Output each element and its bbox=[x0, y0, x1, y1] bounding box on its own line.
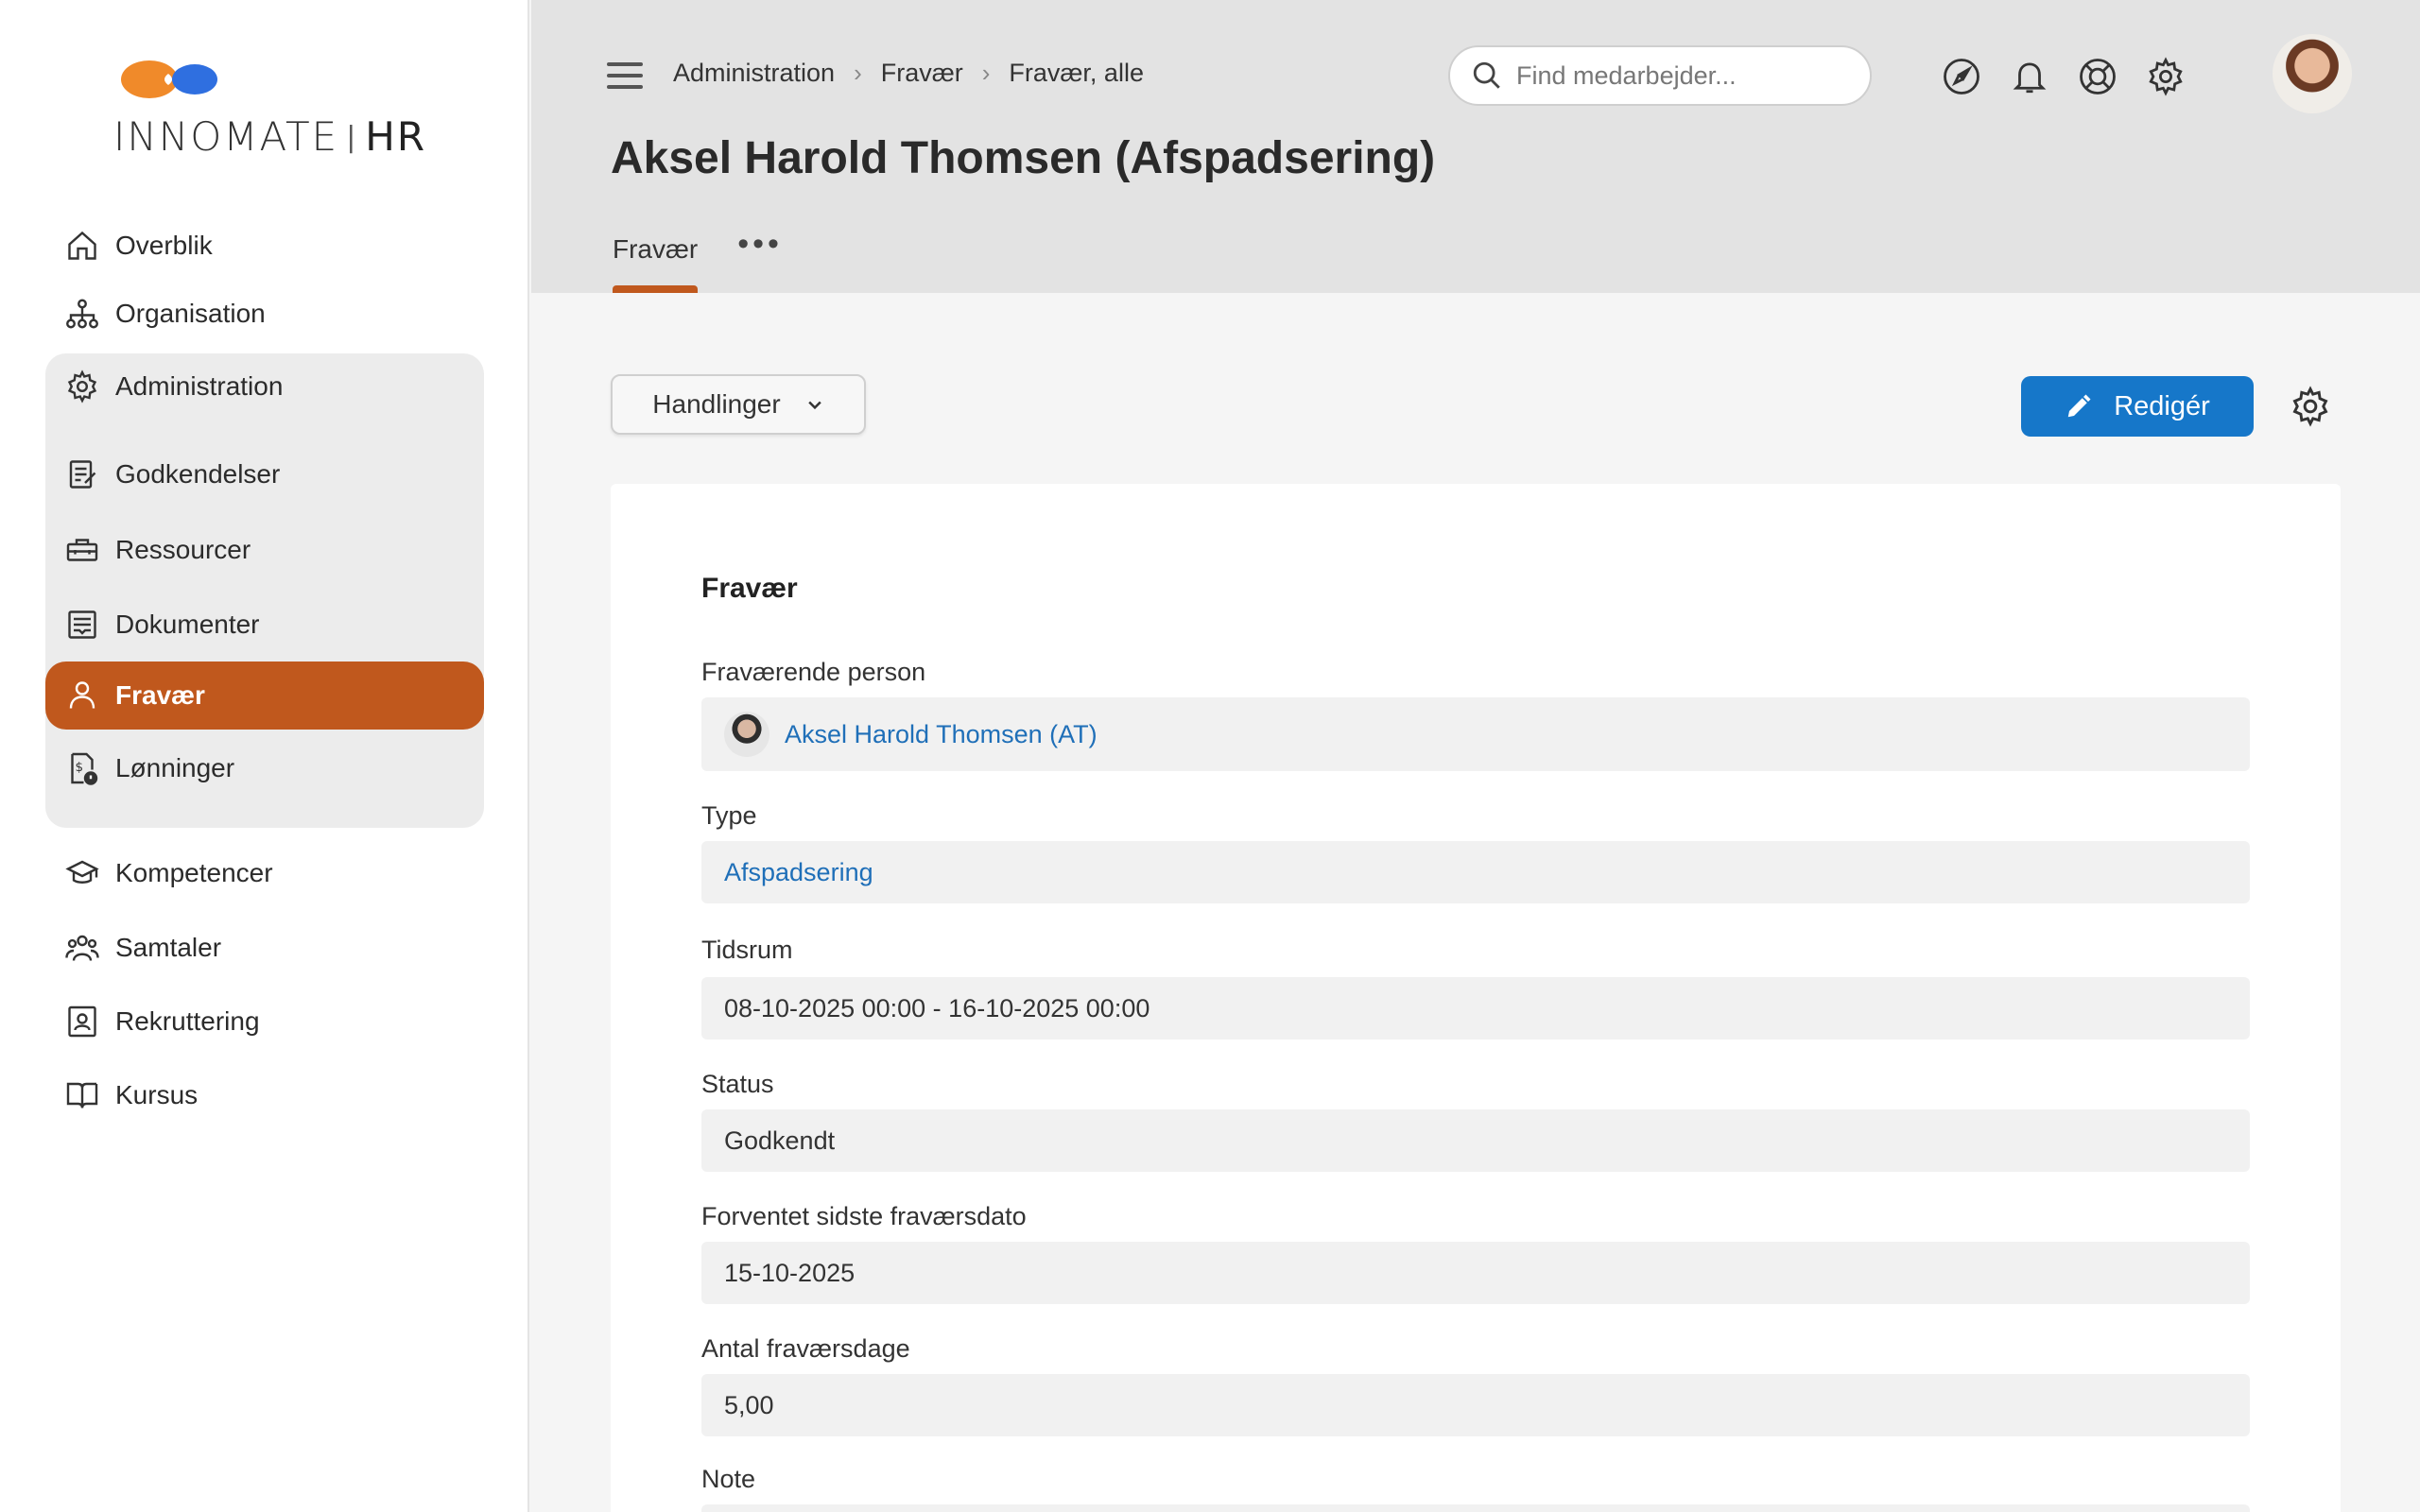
payroll-icon: $ bbox=[64, 750, 100, 786]
field-label-person: Fraværende person bbox=[701, 658, 926, 686]
field-label-period: Tidsrum bbox=[701, 936, 793, 964]
section-title: Fravær bbox=[701, 573, 798, 604]
header-icons bbox=[1940, 55, 2212, 98]
innomate-logo[interactable]: INNOMATE | HR bbox=[113, 57, 425, 161]
sidebar-item-godkendelser[interactable]: Godkendelser bbox=[45, 437, 484, 512]
tab-bar: Fravær ••• bbox=[613, 228, 783, 293]
sidebar-item-label: Kompetencer bbox=[115, 858, 273, 887]
sidebar-item-label: Organisation bbox=[115, 299, 266, 328]
page-title: Aksel Harold Thomsen (Afspadsering) bbox=[611, 133, 1436, 183]
field-label-status: Status bbox=[701, 1070, 774, 1098]
graduation-cap-icon bbox=[64, 855, 100, 891]
sidebar-item-label: Rekruttering bbox=[115, 1006, 260, 1036]
breadcrumb-item[interactable]: Fravær, alle bbox=[1009, 59, 1144, 88]
search-input[interactable] bbox=[1516, 60, 1857, 91]
field-status: Godkendt bbox=[701, 1109, 2250, 1172]
user-avatar[interactable] bbox=[2273, 34, 2352, 113]
sidebar-item-kompetencer[interactable]: Kompetencer bbox=[45, 835, 484, 911]
settings-gear-icon[interactable] bbox=[2144, 55, 2187, 98]
page-settings-gear-icon[interactable] bbox=[2290, 386, 2331, 427]
sidebar-item-label: Samtaler bbox=[115, 933, 222, 962]
search-box bbox=[1448, 45, 1872, 106]
edit-button[interactable]: Redigér bbox=[2021, 376, 2254, 437]
field-expected-last: 15-10-2025 bbox=[701, 1242, 2250, 1304]
sidebar-item-label: Godkendelser bbox=[115, 459, 281, 489]
actions-label: Handlinger bbox=[652, 389, 781, 419]
actions-dropdown-button[interactable]: Handlinger bbox=[611, 374, 866, 435]
sidebar-group-administration: Administration Godkendelser Ressourcer D… bbox=[45, 353, 484, 828]
sidebar-item-label: Dokumenter bbox=[115, 610, 260, 639]
field-type: Afspadsering bbox=[701, 841, 2250, 903]
type-link[interactable]: Afspadsering bbox=[724, 858, 873, 887]
sidebar-item-samtaler[interactable]: Samtaler bbox=[45, 911, 484, 985]
employee-avatar bbox=[724, 712, 769, 757]
home-icon bbox=[64, 228, 100, 264]
approval-icon bbox=[64, 456, 100, 492]
tab-fravaer[interactable]: Fravær bbox=[613, 234, 699, 293]
gear-icon bbox=[64, 369, 100, 404]
more-tabs-icon[interactable]: ••• bbox=[737, 228, 783, 260]
sidebar-item-organisation[interactable]: Organisation bbox=[45, 280, 484, 348]
page-header: Administration › Fravær › Fravær, alle A… bbox=[531, 0, 2420, 293]
main-nav: Overblik Organisation Administration God… bbox=[45, 212, 484, 1132]
field-label-note: Note bbox=[701, 1465, 756, 1493]
sidebar-item-label: Fravær bbox=[115, 680, 205, 710]
sidebar-item-overblik[interactable]: Overblik bbox=[45, 212, 484, 280]
sidebar-item-kursus[interactable]: Kursus bbox=[45, 1058, 484, 1132]
sidebar-item-lonninger[interactable]: $ Lønninger bbox=[45, 730, 484, 807]
edit-label: Redigér bbox=[2114, 390, 2210, 421]
sidebar-item-label: Administration bbox=[115, 371, 284, 401]
chevron-right-icon: › bbox=[981, 59, 991, 87]
sidebar-item-ressourcer[interactable]: Ressourcer bbox=[45, 512, 484, 588]
field-note bbox=[701, 1504, 2250, 1512]
badge-icon bbox=[64, 1004, 100, 1040]
breadcrumb-item[interactable]: Administration bbox=[673, 59, 835, 88]
document-icon bbox=[64, 607, 100, 643]
logo-name-left: INNOMATE bbox=[113, 113, 339, 160]
logo-mark-icon bbox=[121, 60, 217, 98]
book-icon bbox=[64, 1077, 100, 1113]
field-label-expected-last: Forventet sidste fraværsdato bbox=[701, 1202, 1027, 1230]
sidebar-item-administration[interactable]: Administration bbox=[45, 353, 484, 420]
chevron-right-icon: › bbox=[854, 59, 862, 87]
field-label-type: Type bbox=[701, 801, 757, 830]
field-period: 08-10-2025 00:00 - 16-10-2025 00:00 bbox=[701, 977, 2250, 1040]
absence-detail-card: Fravær Fraværende person Aksel Harold Th… bbox=[611, 484, 2341, 1512]
navigate-icon[interactable] bbox=[1940, 55, 1983, 98]
sidebar-item-rekruttering[interactable]: Rekruttering bbox=[45, 985, 484, 1058]
sidebar-item-label: Overblik bbox=[115, 231, 213, 260]
chevron-down-icon bbox=[807, 401, 821, 410]
logo-separator: | bbox=[346, 121, 358, 154]
org-chart-icon bbox=[64, 296, 100, 332]
breadcrumb-item[interactable]: Fravær bbox=[881, 59, 963, 88]
field-days: 5,00 bbox=[701, 1374, 2250, 1436]
field-label-days: Antal fraværsdage bbox=[701, 1334, 910, 1363]
sidebar-item-fravaer[interactable]: Fravær bbox=[45, 662, 484, 730]
sidebar-item-label: Ressourcer bbox=[115, 535, 251, 564]
people-icon bbox=[64, 930, 100, 966]
bell-icon[interactable] bbox=[2008, 55, 2051, 98]
sidebar-item-dokumenter[interactable]: Dokumenter bbox=[45, 588, 484, 662]
sidebar-item-label: Kursus bbox=[115, 1080, 199, 1109]
svg-text:$: $ bbox=[76, 760, 84, 775]
employee-link[interactable]: Aksel Harold Thomsen (AT) bbox=[785, 720, 1098, 749]
help-lifebuoy-icon[interactable] bbox=[2076, 55, 2119, 98]
pencil-icon bbox=[2067, 394, 2091, 418]
sidebar: INNOMATE | HR Overblik Organisation Admini… bbox=[0, 0, 529, 1512]
sidebar-item-label: Lønninger bbox=[115, 753, 235, 782]
logo-text: INNOMATE | HR bbox=[113, 113, 426, 160]
menu-toggle-icon[interactable] bbox=[607, 62, 643, 91]
breadcrumb: Administration › Fravær › Fravær, alle bbox=[673, 59, 1144, 88]
toolbox-icon bbox=[64, 532, 100, 568]
search-icon bbox=[1473, 61, 1500, 89]
person-icon bbox=[64, 678, 100, 713]
field-person: Aksel Harold Thomsen (AT) bbox=[701, 697, 2250, 771]
logo-name-right: HR bbox=[365, 113, 427, 160]
